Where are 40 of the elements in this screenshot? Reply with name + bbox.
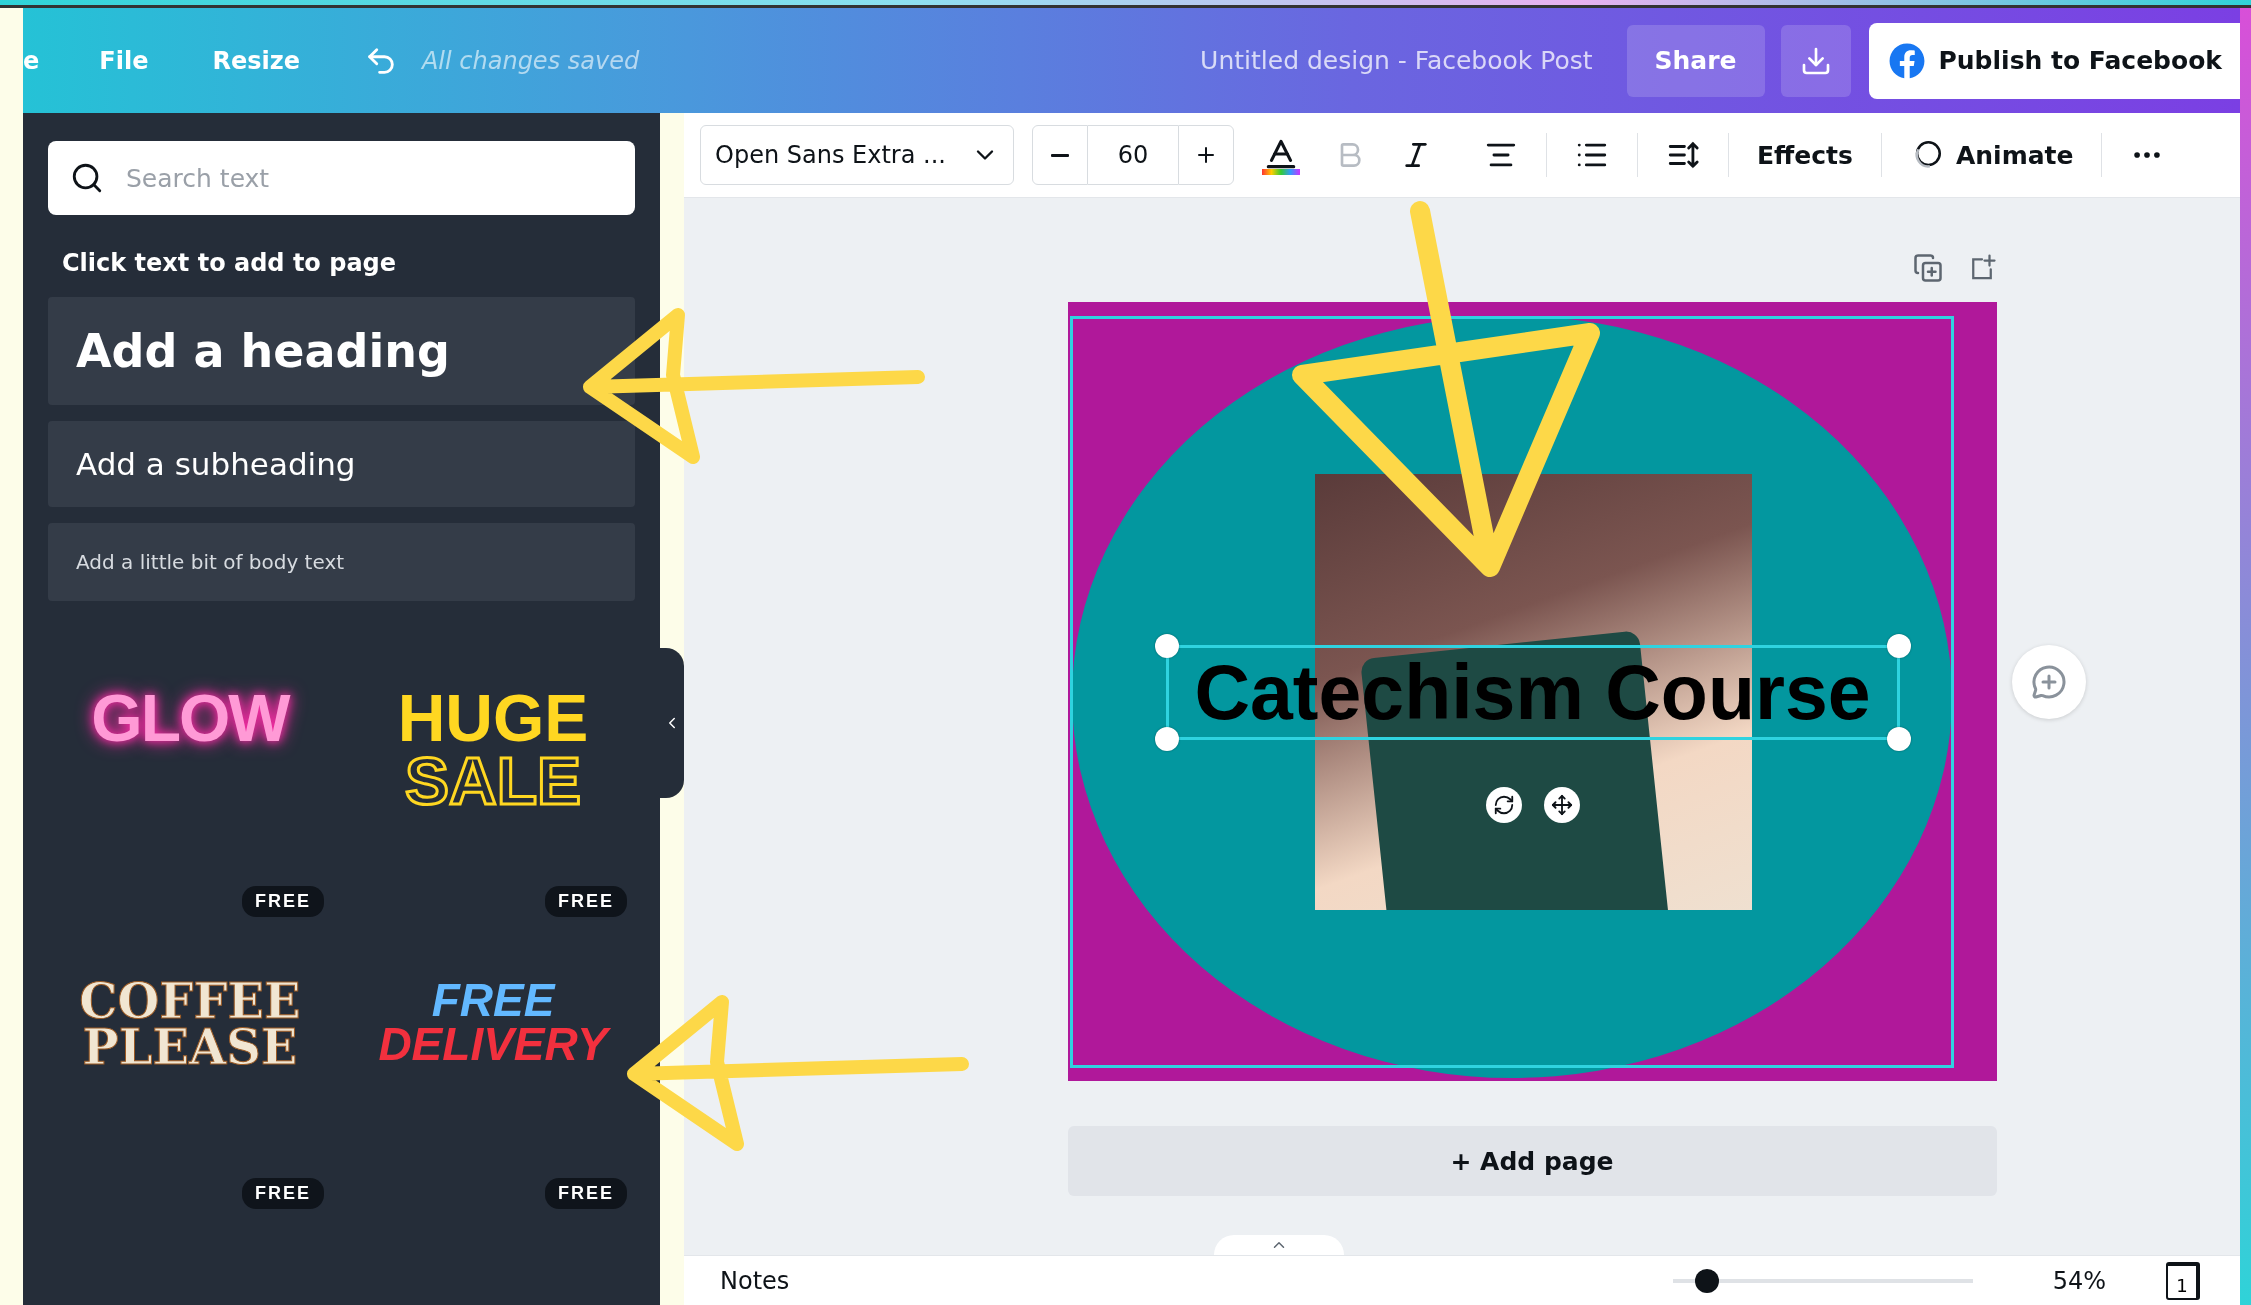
font-dropdown[interactable]: Open Sans Extra ... [700,125,1014,185]
facebook-icon [1888,42,1925,79]
template-text: FREE [431,979,555,1023]
page-count[interactable]: 1 [2166,1261,2200,1300]
search-field[interactable]: Search text [48,141,635,215]
add-comment-button[interactable] [2011,645,2086,719]
minus-icon [1051,153,1069,157]
template-text: COFFEE [79,979,301,1025]
share-button[interactable]: Share [1626,24,1765,97]
add-heading-option[interactable]: Add a heading [48,297,635,405]
text-template[interactable]: HUGE SALE FREE [351,637,635,929]
document-title: Untitled design - Facebook Post [1200,46,1593,75]
download-button[interactable] [1780,24,1851,97]
template-text: PLEASE [82,1024,298,1071]
free-badge: FREE [545,886,627,917]
collapse-panel-button[interactable] [660,648,684,798]
template-text: HUGE [397,687,589,750]
publish-button[interactable]: Publish to Facebook [1868,22,2240,99]
add-body-option[interactable]: Add a little bit of body text [48,523,635,601]
animate-button[interactable]: Animate [1903,132,2080,178]
text-template[interactable]: GLOW FREE [48,637,332,929]
zoom-thumb[interactable] [1694,1268,1719,1293]
search-icon [70,161,104,195]
free-badge: FREE [242,1178,324,1209]
comment-icon [2030,664,2067,700]
effects-button[interactable]: Effects [1751,134,1859,176]
font-size-field[interactable]: 60 [1088,125,1178,185]
add-subheading-option[interactable]: Add a subheading [48,421,635,507]
panel-hint: Click text to add to page [62,249,398,277]
template-text: SALE [405,749,581,813]
free-badge: FREE [242,886,324,917]
text-template[interactable]: FREE DELIVERY FREE [351,929,635,1221]
text-template[interactable]: COFFEE PLEASE FREE [48,929,332,1221]
add-page-button[interactable]: + Add page [1067,1126,1997,1196]
save-status: All changes saved [421,46,640,75]
template-text: GLOW [91,687,289,750]
notes-label[interactable]: Notes [720,1266,790,1295]
color-bar [1262,169,1300,175]
free-badge: FREE [545,1178,627,1209]
zoom-reading: 54% [2052,1266,2106,1295]
